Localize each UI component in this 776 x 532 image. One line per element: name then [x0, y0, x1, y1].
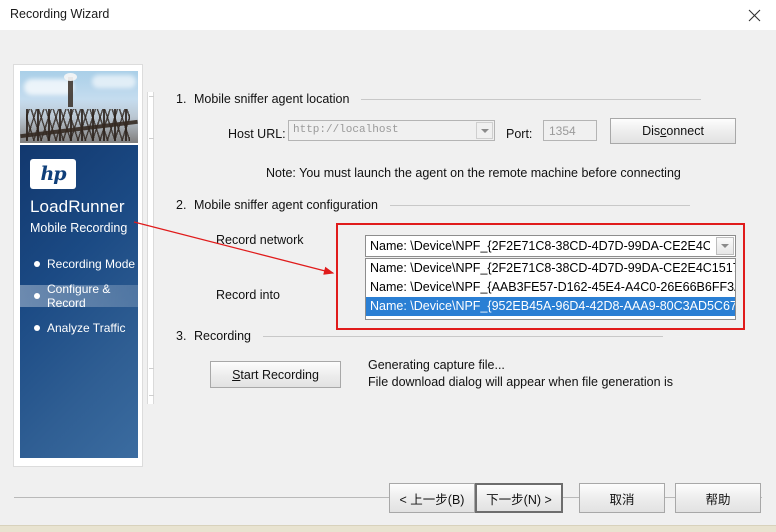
chevron-down-icon[interactable]	[476, 122, 493, 139]
chevron-down-icon[interactable]	[716, 237, 734, 255]
panel-divider[interactable]	[147, 92, 154, 404]
help-button[interactable]: 帮助	[675, 483, 761, 513]
section-1-header: 1. Mobile sniffer agent location	[176, 92, 736, 106]
section-3-rule	[262, 335, 663, 337]
bullet-icon	[34, 293, 40, 299]
hp-logo-icon: hp	[30, 159, 76, 189]
section-2-rule	[389, 204, 690, 206]
list-item[interactable]: Name: \Device\NPF_{952EB45A-96D4-42D8-AA…	[366, 297, 735, 316]
bullet-icon	[34, 325, 40, 331]
section-3-number: 3.	[176, 329, 187, 343]
next-button[interactable]: 下一步(N) >	[475, 483, 563, 513]
disconnect-button[interactable]: Disconnect	[610, 118, 736, 144]
disconnect-accesskey: c	[660, 124, 667, 138]
branding-panel: hp LoadRunner Mobile Recording Recording…	[13, 64, 143, 467]
section-1-title: Mobile sniffer agent location	[194, 92, 350, 106]
status-line-2: File download dialog will appear when fi…	[368, 375, 674, 389]
section-1-number: 1.	[176, 92, 187, 106]
bullet-icon	[34, 261, 40, 267]
start-recording-accesskey: S	[232, 367, 241, 382]
window-titlebar: Recording Wizard	[0, 0, 776, 31]
host-url-combo[interactable]: http://localhost	[288, 120, 495, 141]
status-line-1: Generating capture file...	[368, 358, 505, 372]
port-value: 1354	[549, 124, 576, 138]
start-recording-button[interactable]: Start Recording	[210, 361, 341, 388]
annotation-arrow	[133, 221, 335, 275]
hp-logo-text: hp	[40, 162, 66, 185]
record-network-label: Record network	[216, 233, 304, 247]
recording-status-text: Generating capture file... File download…	[368, 357, 673, 391]
section-1-rule	[361, 98, 702, 100]
port-label: Port:	[506, 127, 533, 141]
port-input[interactable]: 1354	[543, 120, 597, 141]
product-name: LoadRunner	[30, 197, 125, 216]
sidebar-item-configure-and-record[interactable]: Configure & Record	[20, 282, 138, 310]
record-network-selected-value: Name: \Device\NPF_{2F2E71C8-38CD-4D7D-99…	[370, 239, 710, 253]
host-url-value: http://localhost	[293, 124, 399, 136]
window-title: Recording Wizard	[10, 7, 110, 21]
host-url-label: Host URL:	[228, 127, 286, 141]
section-3-title: Recording	[194, 329, 251, 343]
sidebar-item-label: Recording Mode	[47, 257, 136, 271]
section-2-title: Mobile sniffer agent configuration	[194, 198, 378, 212]
dialog-client-area: hp LoadRunner Mobile Recording Recording…	[0, 30, 776, 525]
product-banner: hp LoadRunner Mobile Recording Recording…	[20, 145, 138, 458]
sidebar-item-recording-mode[interactable]: Recording Mode	[20, 253, 138, 275]
back-button[interactable]: < 上一步(B)	[389, 483, 475, 513]
section-2-header: 2. Mobile sniffer agent configuration	[176, 198, 736, 212]
agent-note-text: Note: You must launch the agent on the r…	[266, 166, 681, 180]
sidebar-item-label: Configure & Record	[47, 282, 111, 310]
product-subtitle: Mobile Recording	[30, 221, 128, 235]
close-icon[interactable]	[732, 0, 776, 30]
record-network-dropdown-list[interactable]: Name: \Device\NPF_{2F2E71C8-38CD-4D7D-99…	[365, 258, 736, 320]
record-network-combo[interactable]: Name: \Device\NPF_{2F2E71C8-38CD-4D7D-99…	[365, 235, 736, 257]
record-into-label: Record into	[216, 288, 280, 302]
list-item[interactable]: Name: \Device\NPF_{2F2E71C8-38CD-4D7D-99…	[366, 259, 735, 278]
section-2-number: 2.	[176, 198, 187, 212]
sidebar-item-analyze-traffic[interactable]: Analyze Traffic	[20, 317, 138, 339]
rollercoaster-photo	[20, 71, 138, 143]
cancel-button[interactable]: 取消	[579, 483, 665, 513]
section-3-header: 3. Recording	[176, 329, 736, 343]
list-item[interactable]: Name: \Device\NPF_{AAB3FE57-D162-45E4-A4…	[366, 278, 735, 297]
sidebar-item-label: Analyze Traffic	[47, 321, 126, 335]
